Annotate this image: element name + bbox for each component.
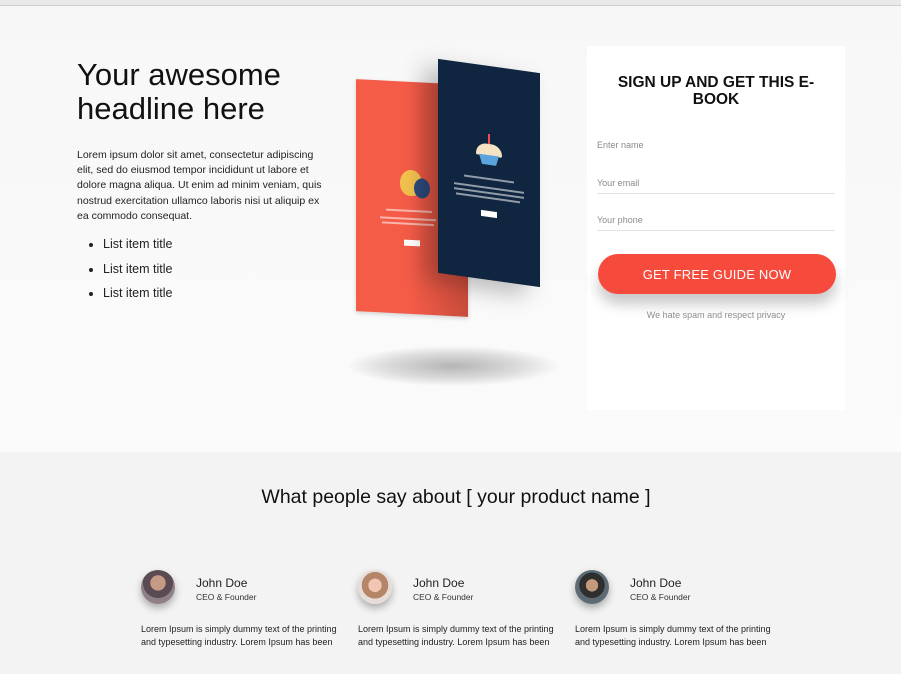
mockup-front-screen bbox=[438, 58, 540, 288]
testimonials-title: What people say about [ your product nam… bbox=[261, 486, 651, 508]
testimonial-name: John Doe bbox=[196, 576, 248, 590]
phone-field[interactable] bbox=[597, 209, 835, 231]
testimonial-role: CEO & Founder bbox=[196, 592, 257, 602]
testimonial-role: CEO & Founder bbox=[630, 592, 691, 602]
privacy-note: We hate spam and respect privacy bbox=[646, 310, 786, 320]
testimonial-text: Lorem Ipsum is simply dummy text of the … bbox=[141, 624, 337, 647]
testimonial-card: John Doe CEO & Founder Lorem Ipsum is si… bbox=[358, 570, 558, 670]
testimonial-name: John Doe bbox=[413, 576, 465, 590]
intro-paragraph: Lorem ipsum dolor sit amet, consectetur … bbox=[77, 149, 322, 222]
feature-list: List item title List item title List ite… bbox=[103, 232, 172, 306]
list-item: List item title bbox=[103, 232, 172, 257]
testimonial-text: Lorem Ipsum is simply dummy text of the … bbox=[358, 624, 554, 647]
email-field[interactable] bbox=[597, 172, 835, 194]
list-item: List item title bbox=[103, 257, 172, 282]
avatar bbox=[575, 570, 609, 604]
mockup-shadow bbox=[348, 346, 558, 386]
page-headline: Your awesome headline here bbox=[77, 57, 281, 126]
testimonial-name: John Doe bbox=[630, 576, 682, 590]
testimonial-text: Lorem Ipsum is simply dummy text of the … bbox=[575, 624, 771, 647]
hero-section: Your awesome headline here Lorem ipsum d… bbox=[0, 6, 901, 452]
cupcake-icon bbox=[476, 133, 502, 166]
get-free-guide-button[interactable]: GET FREE GUIDE NOW bbox=[598, 254, 836, 294]
name-field[interactable] bbox=[597, 134, 835, 156]
signup-title: SIGN UP AND GET THIS E-BOOK bbox=[617, 74, 815, 108]
ebook-mockup-image bbox=[330, 58, 580, 396]
signup-form: SIGN UP AND GET THIS E-BOOK GET FREE GUI… bbox=[587, 46, 845, 410]
testimonial-role: CEO & Founder bbox=[413, 592, 474, 602]
avatar bbox=[141, 570, 175, 604]
testimonials-section: What people say about [ your product nam… bbox=[0, 452, 901, 674]
testimonial-card: John Doe CEO & Founder Lorem Ipsum is si… bbox=[575, 570, 775, 670]
avatar bbox=[358, 570, 392, 604]
testimonial-card: John Doe CEO & Founder Lorem Ipsum is si… bbox=[141, 570, 341, 670]
list-item: List item title bbox=[103, 281, 172, 306]
